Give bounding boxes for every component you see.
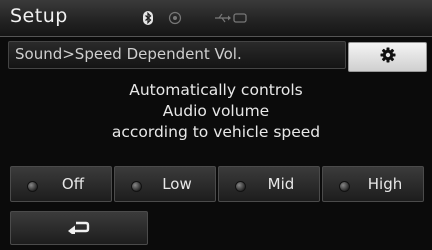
settings-button[interactable] <box>348 42 427 72</box>
back-arrow-icon <box>67 219 91 238</box>
option-high-button[interactable]: High <box>322 166 424 202</box>
gear-icon <box>380 47 396 67</box>
description-line: Audio volume <box>162 102 270 120</box>
setup-screen: Setup Sound>Speed Dependent Vol. Automat… <box>0 0 432 250</box>
radio-indicator <box>131 181 142 192</box>
description-line: Automatically controls <box>129 81 303 99</box>
breadcrumb-text: Sound>Speed Dependent Vol. <box>15 45 242 63</box>
option-label: High <box>367 175 403 193</box>
option-mid-button[interactable]: Mid <box>218 166 320 202</box>
record-icon <box>168 10 182 25</box>
page-title: Setup <box>10 5 68 27</box>
option-label: Off <box>61 175 85 193</box>
option-off-button[interactable]: Off <box>10 166 112 202</box>
option-label: Low <box>162 175 192 193</box>
option-label: Mid <box>267 175 295 193</box>
radio-indicator <box>235 181 246 192</box>
speed-volume-options: Off Low Mid High <box>10 166 424 202</box>
status-bar: Setup <box>0 0 432 37</box>
radio-indicator <box>339 181 350 192</box>
description-text: Automatically controls Audio volume acco… <box>0 80 432 143</box>
usb-icon <box>214 10 248 24</box>
radio-indicator <box>27 181 38 192</box>
back-button[interactable] <box>10 211 148 245</box>
breadcrumb: Sound>Speed Dependent Vol. <box>8 41 346 69</box>
description-line: according to vehicle speed <box>111 123 321 141</box>
option-low-button[interactable]: Low <box>114 166 216 202</box>
bluetooth-icon <box>141 10 155 25</box>
